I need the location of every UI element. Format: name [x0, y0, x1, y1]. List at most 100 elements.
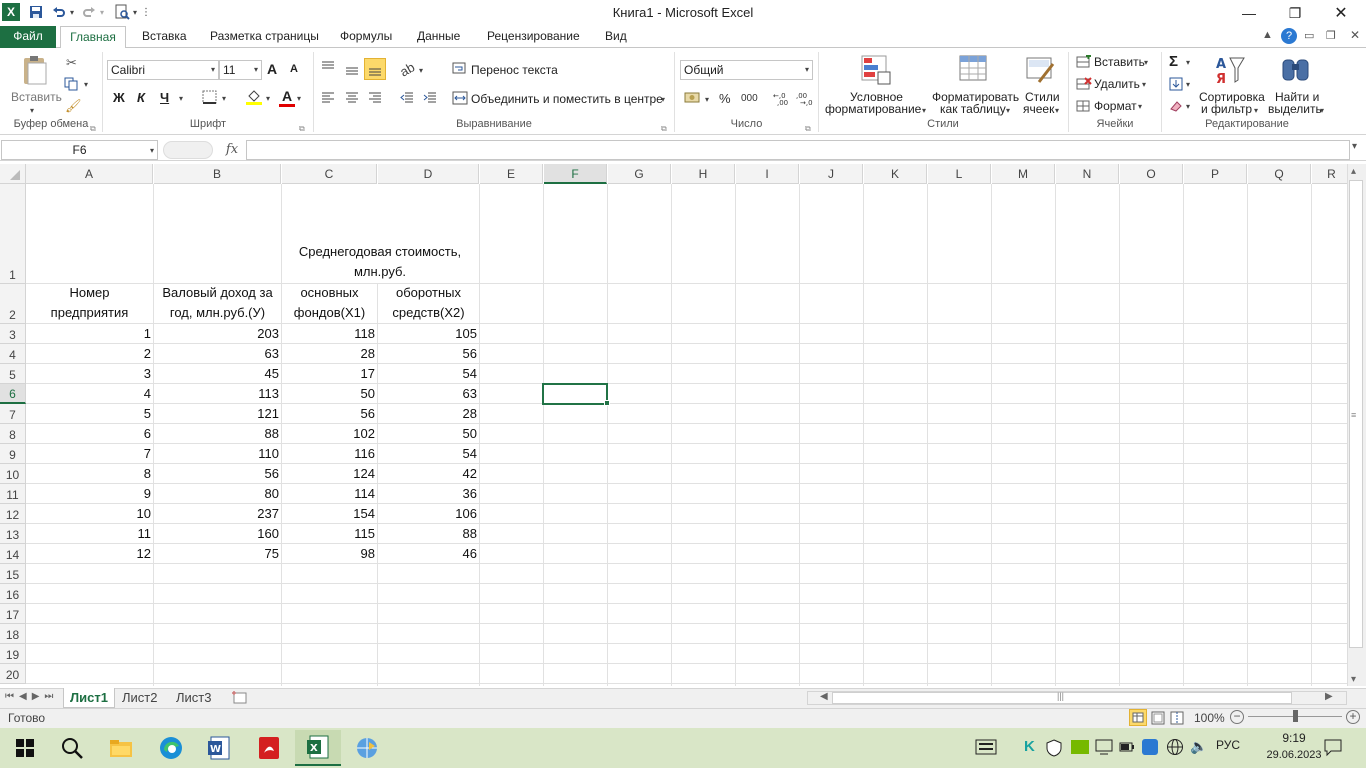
- undo-icon[interactable]: [50, 3, 68, 21]
- network-app-icon[interactable]: [344, 730, 390, 766]
- insert-cells-dropdown-icon[interactable]: ▾: [1144, 58, 1148, 67]
- display-tray-icon[interactable]: [1095, 739, 1113, 758]
- zoom-in-icon[interactable]: +: [1346, 710, 1360, 724]
- font-color-button[interactable]: A: [279, 88, 295, 107]
- cell-styles-dropdown-icon[interactable]: ▾: [1055, 106, 1059, 115]
- insert-sheet-icon[interactable]: [231, 691, 249, 708]
- row-header-3[interactable]: 3: [0, 324, 26, 344]
- row-header-14[interactable]: 14: [0, 544, 26, 564]
- scroll-up-icon[interactable]: ▴: [1351, 166, 1356, 177]
- tab-review[interactable]: Рецензирование: [478, 26, 589, 48]
- cell-b4[interactable]: 63: [154, 346, 281, 363]
- cell-a2-line2[interactable]: предприятия: [26, 305, 153, 320]
- row-header-2[interactable]: 2: [0, 284, 26, 324]
- format-cells-icon[interactable]: [1076, 99, 1092, 116]
- column-header-r[interactable]: R: [1312, 164, 1347, 184]
- sheet-tab-1[interactable]: Лист1: [63, 688, 115, 708]
- cell-c1-line2[interactable]: млн.руб.: [282, 264, 478, 279]
- language-indicator[interactable]: РУС: [1216, 738, 1240, 752]
- wrap-text-icon[interactable]: [452, 62, 466, 77]
- increase-decimal-icon[interactable]: ←,0,00: [773, 90, 791, 109]
- format-cells-button[interactable]: Формат: [1094, 99, 1137, 113]
- insert-function-button[interactable]: fx: [222, 140, 242, 160]
- cell-d10[interactable]: 42: [378, 466, 479, 483]
- underline-dropdown-icon[interactable]: ▾: [179, 94, 183, 103]
- decrease-decimal-icon[interactable]: ,00 →,0: [796, 90, 814, 109]
- cell-a13[interactable]: 11: [26, 526, 153, 543]
- keyboard-tray-icon[interactable]: [975, 739, 997, 758]
- currency-dropdown-icon[interactable]: ▾: [705, 95, 709, 104]
- volume-muted-icon[interactable]: 🔈: [1190, 738, 1207, 755]
- cell-c2-line2[interactable]: фондов(Х1): [282, 305, 377, 320]
- selected-cell-f6[interactable]: [542, 383, 608, 405]
- align-bottom-button[interactable]: [364, 58, 386, 80]
- cell-a9[interactable]: 7: [26, 446, 153, 463]
- grow-font-button[interactable]: A: [267, 61, 277, 77]
- cut-icon[interactable]: ✂: [66, 55, 77, 71]
- column-header-h[interactable]: H: [672, 164, 735, 184]
- cell-c4[interactable]: 28: [282, 346, 377, 363]
- row-header-10[interactable]: 10: [0, 464, 26, 484]
- shrink-font-button[interactable]: A: [290, 63, 298, 75]
- format-painter-icon[interactable]: 🖌: [65, 98, 82, 114]
- spreadsheet-grid[interactable]: ABCDEFGHIJKLMNOPQR 1 2 3 4 5 6 7 8 9 10 11 12 13 14 15…: [0, 164, 1347, 686]
- app-tray-icon[interactable]: [1142, 739, 1158, 755]
- find-select-dropdown-icon[interactable]: ▾: [1320, 106, 1324, 115]
- row-header-19[interactable]: 19: [0, 644, 26, 664]
- globe-tray-icon[interactable]: [1166, 738, 1184, 759]
- cell-a7[interactable]: 5: [26, 406, 153, 423]
- page-break-view-icon[interactable]: [1169, 711, 1185, 728]
- cell-c10[interactable]: 124: [282, 466, 377, 483]
- column-header-m[interactable]: M: [992, 164, 1055, 184]
- merge-center-icon[interactable]: [452, 91, 468, 108]
- cell-d9[interactable]: 54: [378, 446, 479, 463]
- clipboard-launcher-icon[interactable]: ⧉: [90, 124, 96, 134]
- cell-c5[interactable]: 17: [282, 366, 377, 383]
- zoom-slider-thumb[interactable]: [1293, 710, 1298, 722]
- cell-c7[interactable]: 56: [282, 406, 377, 423]
- borders-dropdown-icon[interactable]: ▾: [222, 94, 226, 103]
- windows-start-icon[interactable]: [2, 730, 48, 766]
- battery-tray-icon[interactable]: [1119, 741, 1135, 756]
- row-header-8[interactable]: 8: [0, 424, 26, 444]
- zoom-level[interactable]: 100%: [1194, 711, 1225, 725]
- delete-cells-button[interactable]: Удалить: [1094, 77, 1140, 91]
- search-icon[interactable]: [49, 730, 95, 766]
- find-select-label-2[interactable]: выделить: [1268, 102, 1322, 116]
- orientation-dropdown-icon[interactable]: ▾: [419, 66, 423, 75]
- close-icon[interactable]: ✕: [1318, 0, 1364, 26]
- cell-b7[interactable]: 121: [154, 406, 281, 423]
- align-top-icon[interactable]: [321, 61, 335, 76]
- row-header-11[interactable]: 11: [0, 484, 26, 504]
- sheet-nav-icons[interactable]: ⏮◀▶⏭: [5, 691, 58, 702]
- row-header-15[interactable]: 15: [0, 564, 26, 584]
- row-header-9[interactable]: 9: [0, 444, 26, 464]
- tab-home[interactable]: Главная: [60, 26, 126, 49]
- row-header-1[interactable]: 1: [0, 184, 26, 284]
- cell-d2-line1[interactable]: оборотных: [378, 285, 479, 300]
- cell-d6[interactable]: 63: [378, 386, 479, 403]
- row-header-4[interactable]: 4: [0, 344, 26, 364]
- cell-c11[interactable]: 114: [282, 486, 377, 503]
- format-table-dropdown-icon[interactable]: ▾: [1006, 106, 1010, 115]
- column-header-j[interactable]: J: [800, 164, 863, 184]
- sort-filter-icon[interactable]: AЯ: [1214, 54, 1246, 89]
- align-center-icon[interactable]: [345, 92, 359, 107]
- nvidia-tray-icon[interactable]: [1071, 740, 1089, 754]
- doc-restore-icon[interactable]: ❐: [1326, 29, 1336, 42]
- format-as-table-icon[interactable]: [958, 54, 990, 89]
- font-color-dropdown-icon[interactable]: ▾: [297, 94, 301, 103]
- column-header-q[interactable]: Q: [1248, 164, 1311, 184]
- autosum-button[interactable]: Σ: [1169, 53, 1178, 70]
- cell-c9[interactable]: 116: [282, 446, 377, 463]
- number-launcher-icon[interactable]: ⧉: [805, 124, 811, 134]
- cell-b5[interactable]: 45: [154, 366, 281, 383]
- cell-a12[interactable]: 10: [26, 506, 153, 523]
- cell-a5[interactable]: 3: [26, 366, 153, 383]
- print-preview-icon[interactable]: [113, 3, 131, 21]
- clock-date[interactable]: 29.06.2023: [1262, 749, 1326, 761]
- underline-button[interactable]: Ч: [160, 90, 169, 105]
- doc-close-icon[interactable]: ✕: [1350, 28, 1360, 42]
- restore-icon[interactable]: ❐: [1272, 0, 1318, 26]
- cell-styles-icon[interactable]: [1025, 54, 1057, 89]
